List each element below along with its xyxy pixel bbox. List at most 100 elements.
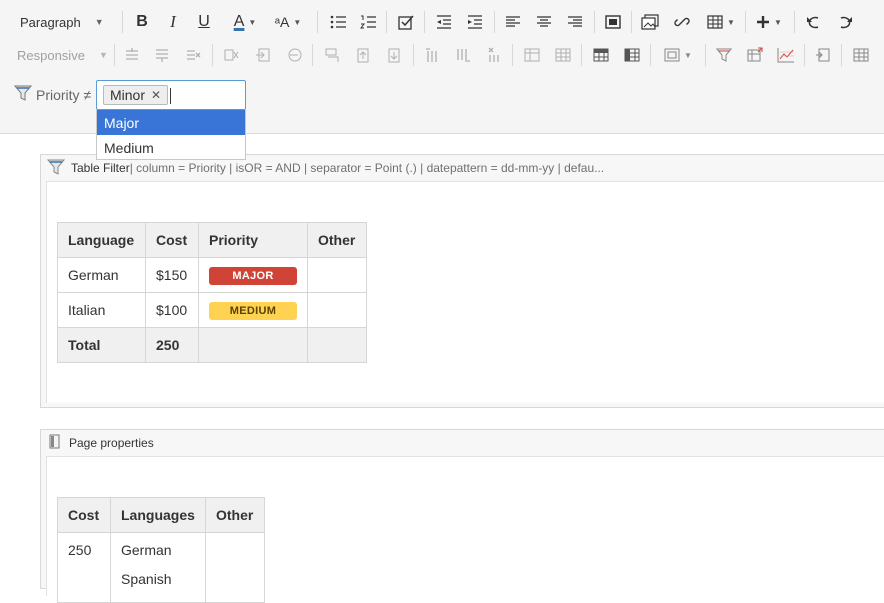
align-right-icon (568, 16, 582, 27)
indent-icon (468, 15, 482, 29)
responsive-select[interactable]: Responsive ▼ (17, 40, 109, 70)
filter-option-major[interactable]: Major (97, 110, 245, 135)
paste-row-button[interactable] (282, 40, 306, 70)
table-header-toggle-button[interactable] (589, 40, 613, 70)
undo-button[interactable] (802, 7, 826, 37)
cell-color-button[interactable]: ▼ (658, 40, 698, 70)
table-cell: MAJOR (198, 257, 308, 293)
table-cell: Italian (57, 292, 146, 328)
cut-row-button[interactable] (219, 40, 243, 70)
font-size-icon: ᵃA (274, 14, 290, 30)
header-column-button[interactable] (551, 40, 575, 70)
delete-table-button[interactable] (849, 40, 873, 70)
column-header: Cost (57, 497, 111, 533)
redo-button[interactable] (833, 7, 857, 37)
table-filter-button[interactable] (712, 40, 736, 70)
align-center-button[interactable] (532, 7, 556, 37)
filter-multiselect-input[interactable]: Minor ✕ (96, 80, 246, 110)
filter-tag: Minor ✕ (103, 85, 169, 105)
pivot-icon (747, 47, 763, 62)
bold-button[interactable]: B (130, 7, 154, 37)
indent-button[interactable] (463, 7, 487, 37)
insert-more-button[interactable]: ▼ (752, 7, 786, 37)
table-cell (307, 327, 367, 363)
toolbar-divider (512, 44, 513, 66)
toolbar-divider (705, 44, 706, 66)
table-cell (307, 257, 367, 293)
table-cell (205, 532, 265, 603)
align-left-icon (506, 16, 520, 27)
status-badge: MAJOR (209, 266, 297, 285)
toolbar-divider (631, 11, 632, 33)
table-first-column-toggle-button[interactable] (620, 40, 644, 70)
text-color-button[interactable]: A ▼ (225, 7, 265, 37)
split-down-button[interactable] (382, 40, 406, 70)
pivot-table-button[interactable] (743, 40, 767, 70)
align-left-button[interactable] (501, 7, 525, 37)
align-right-button[interactable] (563, 7, 587, 37)
table-chart-button[interactable] (774, 40, 798, 70)
toolbar-divider (317, 11, 318, 33)
language-item: Spanish (121, 571, 172, 587)
header-row-button[interactable] (520, 40, 544, 70)
macro-params: | column = Priority | isOR = AND | separ… (129, 161, 605, 175)
filter-option-medium[interactable]: Medium (97, 135, 245, 160)
table-filter-macro[interactable]: Table Filter | column = Priority | isOR … (40, 154, 884, 408)
italic-icon: I (170, 12, 176, 31)
chevron-down-icon: ▼ (727, 17, 735, 27)
column-header: Cost (145, 222, 199, 258)
table-cell: $100 (145, 292, 199, 328)
column-header: Other (205, 497, 265, 533)
close-icon[interactable]: ✕ (151, 88, 161, 102)
toolbar-divider (745, 11, 746, 33)
page-layout-button[interactable] (601, 7, 625, 37)
insert-column-before-button[interactable] (420, 40, 444, 70)
macro-header: Page properties (41, 430, 884, 456)
insert-table-button[interactable]: ▼ (704, 7, 738, 37)
numbered-list-button[interactable] (356, 7, 380, 37)
toolbar-row-1: Paragraph ▼ B I U A ▼ ᵃA ▼ ▼ ▼ (0, 7, 884, 37)
link-icon (674, 17, 690, 27)
text-cursor (170, 88, 171, 104)
table-row: Italian $100 MEDIUM (57, 292, 367, 328)
insert-image-button[interactable] (638, 7, 662, 37)
filter-icon (13, 84, 33, 107)
page-properties-icon (47, 434, 63, 453)
task-list-button[interactable] (394, 7, 418, 37)
filter-icon (46, 158, 66, 179)
table-cell: 250 (145, 327, 199, 363)
underline-button[interactable]: U (192, 7, 216, 37)
column-header: Languages (110, 497, 206, 533)
copy-row-icon (256, 48, 270, 62)
paragraph-style-select[interactable]: Paragraph ▼ (20, 7, 112, 37)
bullet-list-button[interactable] (326, 7, 350, 37)
undo-icon (807, 16, 819, 29)
toolbar-divider (386, 11, 387, 33)
delete-row-button[interactable] (181, 40, 205, 70)
numbered-list-icon (360, 15, 376, 29)
page-properties-macro[interactable]: Page properties Cost Languages Other 250… (40, 429, 884, 603)
merge-cells-button[interactable] (320, 40, 344, 70)
status-badge: MEDIUM (209, 301, 297, 320)
filter-label: Priority ≠ (36, 87, 92, 103)
insert-link-button[interactable] (670, 7, 694, 37)
insert-column-after-button[interactable] (451, 40, 475, 70)
delete-column-icon (488, 47, 499, 62)
insert-row-after-button[interactable] (150, 40, 174, 70)
split-up-button[interactable] (351, 40, 375, 70)
italic-button[interactable]: I (161, 7, 185, 37)
font-size-button[interactable]: ᵃA ▼ (270, 7, 306, 37)
copy-row-button[interactable] (251, 40, 275, 70)
outdent-button[interactable] (432, 7, 456, 37)
insert-row-before-button[interactable] (120, 40, 144, 70)
header-column-icon (555, 48, 571, 62)
chevron-down-icon: ▼ (248, 17, 257, 27)
delete-row-icon (187, 50, 201, 60)
chevron-down-icon: ▼ (774, 17, 782, 27)
table-header-row: Cost Languages Other (57, 497, 265, 533)
toolbar-divider (494, 11, 495, 33)
delete-column-button[interactable] (482, 40, 506, 70)
table-spreadsheet-button[interactable] (811, 40, 835, 70)
row-before-icon (126, 48, 138, 60)
properties-table: Cost Languages Other 250 German Spanish (57, 497, 265, 603)
